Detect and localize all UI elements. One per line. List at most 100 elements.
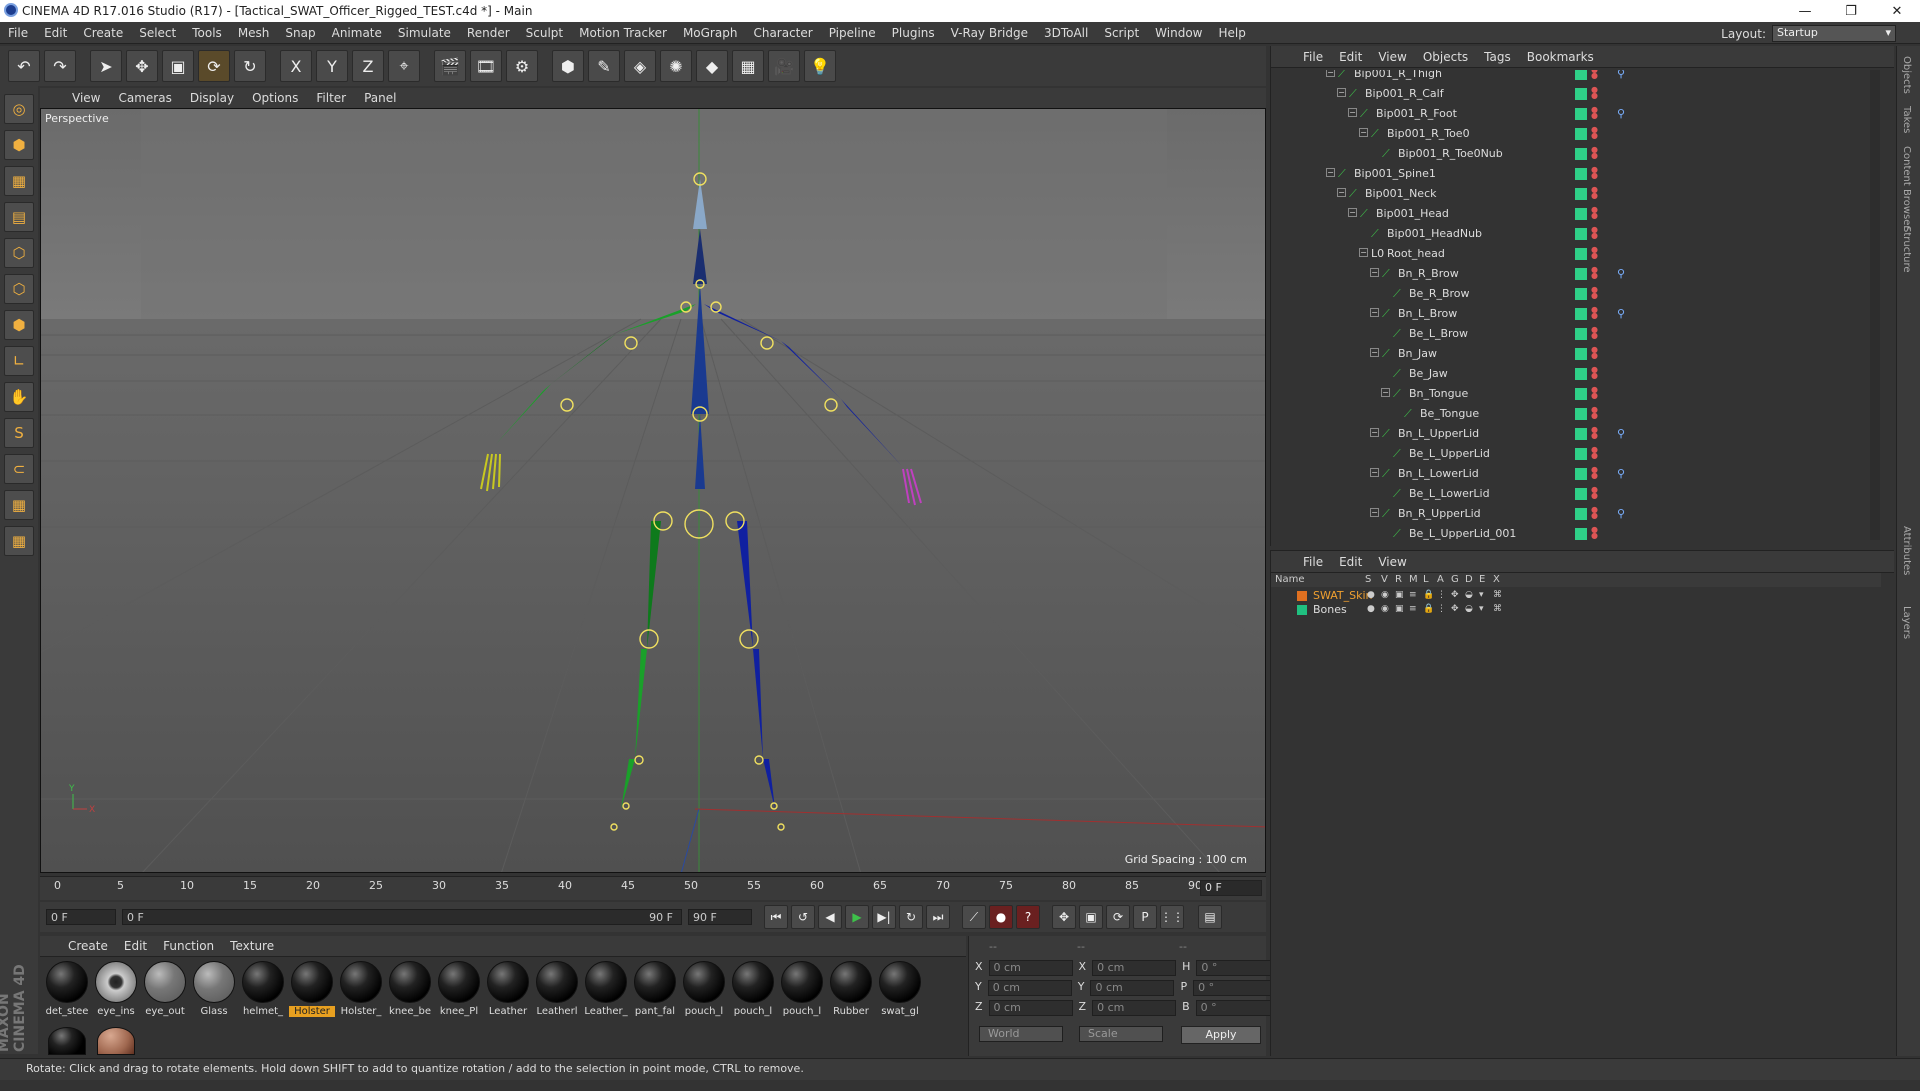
layer-flag-icon[interactable]: ⌘ [1493,590,1502,600]
move-icon[interactable]: ✥ [126,50,158,82]
coord-position-field[interactable]: 0 cm [988,980,1072,996]
end-frame-field[interactable]: 90 F [688,909,752,925]
object-row[interactable]: −L0Root_head●● [1271,244,1881,264]
visibility-dots-icon[interactable]: ●● [1591,507,1598,519]
apply-button[interactable]: Apply [1181,1026,1261,1044]
layer-color-swatch[interactable] [1575,248,1587,260]
object-row[interactable]: ⟋Be_L_UpperLid_001●● [1271,524,1881,540]
expand-toggle-icon[interactable]: − [1359,128,1368,137]
layer-color-swatch[interactable] [1575,348,1587,360]
object-row[interactable]: ⟋Be_L_UpperLid●● [1271,444,1881,464]
magnet-icon[interactable]: ⊂ [4,454,34,484]
layer-color-swatch[interactable] [1575,188,1587,200]
coord-rotation-field[interactable]: 0 ° [1193,980,1277,996]
layer-flag-icon[interactable]: ⋮ [1437,590,1446,600]
menu-mograph[interactable]: MoGraph [675,26,746,40]
visibility-dots-icon[interactable]: ●● [1591,107,1598,119]
layer-color-swatch[interactable] [1575,208,1587,220]
subdiv-icon[interactable]: ◈ [624,50,656,82]
rotate-icon[interactable]: ⟳ [198,50,230,82]
material-menu-texture[interactable]: Texture [222,939,282,953]
visibility-dots-icon[interactable]: ●● [1591,187,1598,199]
expand-toggle-icon[interactable]: − [1370,268,1379,277]
model-mode-icon[interactable]: ⬢ [4,130,34,160]
object-row[interactable]: −⟋Bn_R_Brow●●⚲ [1271,264,1881,284]
viewport-menu-cameras[interactable]: Cameras [110,91,179,105]
record-icon[interactable]: ● [989,905,1013,929]
coord-icon[interactable]: ⌖ [388,50,420,82]
visibility-dots-icon[interactable]: ●● [1591,447,1598,459]
layer-color-swatch[interactable] [1575,70,1587,80]
coord-mode-dropdown[interactable]: Scale [1079,1026,1163,1042]
layer-flag-icon[interactable]: 🔒 [1423,590,1434,600]
material-menu-function[interactable]: Function [155,939,222,953]
ik-tag-icon[interactable]: ⚲ [1617,70,1625,80]
undo-icon[interactable]: ↶ [8,50,40,82]
layer-flag-icon[interactable]: ≡ [1409,604,1417,614]
visibility-dots-icon[interactable]: ●● [1591,427,1598,439]
layer-color-swatch[interactable] [1575,368,1587,380]
object-row[interactable]: −⟋Bn_L_Brow●●⚲ [1271,304,1881,324]
layer-row[interactable]: SWAT_Skin●◉▣≡🔒⋮✥◒▾⌘ [1271,589,1881,603]
layer-name[interactable]: Bones [1313,603,1347,616]
material-item[interactable]: eye_out [142,961,188,1025]
axis-mode-icon[interactable]: ∟ [4,346,34,376]
material-item[interactable]: Holster [289,961,335,1025]
expand-toggle-icon[interactable]: − [1370,508,1379,517]
coord-position-field[interactable]: 0 cm [989,1000,1073,1016]
redo-icon[interactable]: ↷ [44,50,76,82]
expand-toggle-icon[interactable]: − [1326,70,1335,77]
material-item[interactable]: Leather_ [583,961,629,1025]
pen-icon[interactable]: ✎ [588,50,620,82]
object-menu-tags[interactable]: Tags [1476,50,1519,64]
layer-color-swatch[interactable] [1575,328,1587,340]
preview-range-slider[interactable]: 0 F 90 F [122,909,682,925]
menu-help[interactable]: Help [1210,26,1253,40]
points-mode-icon[interactable]: ⬡ [4,238,34,268]
object-row[interactable]: −⟋Bip001_Neck●● [1271,184,1881,204]
layer-flag-icon[interactable]: ◒ [1465,604,1473,614]
layer-color-swatch[interactable] [1575,108,1587,120]
polygons-mode-icon[interactable]: ⬢ [4,310,34,340]
render-view-icon[interactable]: 🎬 [434,50,466,82]
rotate2-icon[interactable]: ↻ [234,50,266,82]
render-settings-icon[interactable]: ⚙ [506,50,538,82]
layer-flag-icon[interactable]: ▾ [1479,604,1484,614]
layer-flag-icon[interactable]: ✥ [1451,604,1459,614]
menu-v-ray-bridge[interactable]: V-Ray Bridge [943,26,1036,40]
expand-toggle-icon[interactable]: − [1359,248,1368,257]
visibility-dots-icon[interactable]: ●● [1591,147,1598,159]
layer-row[interactable]: Bones●◉▣≡🔒⋮✥◒▾⌘ [1271,603,1881,617]
coord-position-field[interactable]: 0 cm [989,960,1073,976]
layer-color-swatch[interactable] [1575,528,1587,540]
menu-sculpt[interactable]: Sculpt [518,26,571,40]
expand-toggle-icon[interactable]: − [1348,208,1357,217]
layer-color-swatch[interactable] [1575,428,1587,440]
visibility-dots-icon[interactable]: ●● [1591,387,1598,399]
side-tab-attributes[interactable]: Attributes [1901,526,1912,575]
menu-script[interactable]: Script [1096,26,1147,40]
expand-toggle-icon[interactable]: − [1348,108,1357,117]
layer-name[interactable]: SWAT_Skin [1313,589,1373,602]
side-tab-layers[interactable]: Layers [1901,606,1912,639]
menu-animate[interactable]: Animate [324,26,390,40]
expand-toggle-icon[interactable]: − [1370,468,1379,477]
x-axis-icon[interactable]: X [280,50,312,82]
key-position-icon[interactable]: ✥ [1052,905,1076,929]
object-menu-view[interactable]: View [1370,50,1414,64]
object-menu-file[interactable]: File [1295,50,1331,64]
menu-file[interactable]: File [0,26,36,40]
layer-color-swatch[interactable] [1575,468,1587,480]
material-menu-create[interactable]: Create [60,939,116,953]
menu-tools[interactable]: Tools [184,26,230,40]
prev-frame-icon[interactable]: ◀ [818,905,842,929]
side-tab-structure[interactable]: Structure [1901,226,1912,273]
camera-icon[interactable]: 🎥 [768,50,800,82]
viewport-menu-filter[interactable]: Filter [308,91,354,105]
layer-menu-file[interactable]: File [1295,555,1331,569]
material-item[interactable]: pouch_l [681,961,727,1025]
side-tab-takes[interactable]: Takes [1901,106,1912,133]
layer-color-swatch[interactable] [1575,408,1587,420]
visibility-dots-icon[interactable]: ●● [1591,167,1598,179]
material-item[interactable]: helmet_ [240,961,286,1025]
